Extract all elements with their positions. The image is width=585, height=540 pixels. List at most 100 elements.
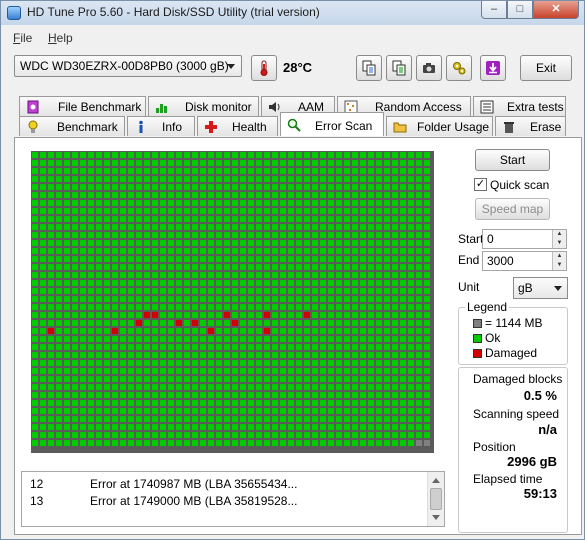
block-ok (416, 192, 422, 198)
block-ok (184, 304, 190, 310)
block-ok (296, 232, 302, 238)
block-ok (336, 224, 342, 230)
block-ok (184, 392, 190, 398)
copy-text-button[interactable] (386, 55, 412, 81)
block-ok (240, 304, 246, 310)
scroll-down-icon[interactable] (432, 515, 440, 520)
options-button[interactable] (446, 55, 472, 81)
tab-error-scan[interactable]: Error Scan (280, 112, 384, 136)
block-ok (88, 408, 94, 414)
maximize-button[interactable]: □ (507, 1, 533, 19)
tab-benchmark[interactable]: Benchmark (19, 116, 125, 136)
block-ok (208, 168, 214, 174)
block-ok (288, 160, 294, 166)
block-ok (56, 352, 62, 358)
block-ok (336, 288, 342, 294)
list-item[interactable]: 12 Error at 1740987 MB (LBA 35655434... (22, 475, 428, 492)
end-field[interactable]: 3000 ▲ ▼ (482, 251, 567, 271)
block-ok (168, 304, 174, 310)
spin-up-icon[interactable]: ▲ (552, 230, 566, 239)
scroll-up-icon[interactable] (432, 478, 440, 483)
block-ok (344, 160, 350, 166)
window-title: HD Tune Pro 5.60 - Hard Disk/SSD Utility… (27, 5, 320, 19)
block-ok (424, 184, 430, 190)
spin-up-icon[interactable]: ▲ (552, 252, 566, 261)
block-ok (160, 344, 166, 350)
tab-health[interactable]: Health (197, 116, 278, 136)
block-ok (88, 256, 94, 262)
block-ok (368, 288, 374, 294)
block-ok (368, 216, 374, 222)
block-ok (216, 336, 222, 342)
block-ok (264, 368, 270, 374)
block-ok (40, 256, 46, 262)
block-ok (40, 304, 46, 310)
temperature-button[interactable] (251, 55, 277, 81)
block-ok (144, 152, 150, 158)
exit-button[interactable]: Exit (520, 55, 572, 81)
menu-help[interactable]: Help (48, 31, 73, 45)
block-ok (224, 208, 230, 214)
block-ok (160, 400, 166, 406)
scroll-thumb[interactable] (430, 488, 442, 510)
minimize-button[interactable]: – (481, 1, 507, 19)
drive-select[interactable]: WDC WD30EZRX-00D8PB0 (3000 gB) (14, 55, 242, 77)
block-ok (160, 224, 166, 230)
block-ok (296, 168, 302, 174)
block-ok (424, 360, 430, 366)
screenshot-button[interactable] (416, 55, 442, 81)
block-ok (72, 304, 78, 310)
spin-down-icon[interactable]: ▼ (552, 261, 566, 270)
log-scrollbar[interactable] (427, 472, 444, 526)
block-ok (400, 376, 406, 382)
speed-map-button[interactable]: Speed map (475, 198, 550, 220)
quick-scan-checkbox[interactable]: ✓ (474, 178, 487, 191)
block-ok (272, 440, 278, 446)
block-ok (224, 424, 230, 430)
block-ok (144, 232, 150, 238)
block-ok (312, 256, 318, 262)
save-button[interactable] (480, 55, 506, 81)
block-ok (160, 184, 166, 190)
tab-extra-tests[interactable]: Extra tests (473, 96, 566, 116)
menu-file[interactable]: File (13, 31, 32, 45)
block-ok (184, 408, 190, 414)
block-ok (344, 288, 350, 294)
spin-down-icon[interactable]: ▼ (552, 239, 566, 248)
block-ok (424, 416, 430, 422)
block-ok (320, 384, 326, 390)
tab-file-benchmark[interactable]: File Benchmark (19, 96, 146, 116)
block-ok (176, 416, 182, 422)
error-log-list[interactable]: 12 Error at 1740987 MB (LBA 35655434... … (21, 471, 445, 527)
list-item[interactable]: 13 Error at 1749000 MB (LBA 35819528... (22, 492, 428, 509)
block-ok (352, 304, 358, 310)
block-ok (224, 216, 230, 222)
block-ok (120, 328, 126, 334)
copy-info-button[interactable] (356, 55, 382, 81)
start-button[interactable]: Start (475, 149, 550, 171)
block-ok (344, 344, 350, 350)
block-ok (296, 256, 302, 262)
block-ok (328, 352, 334, 358)
start-field[interactable]: 0 ▲ ▼ (482, 229, 567, 249)
block-ok (184, 152, 190, 158)
block-ok (208, 336, 214, 342)
tab-info[interactable]: Info (127, 116, 195, 136)
tab-disk-monitor[interactable]: Disk monitor (148, 96, 259, 116)
block-ok (416, 216, 422, 222)
block-ok (200, 312, 206, 318)
block-ok (376, 312, 382, 318)
block-ok (360, 208, 366, 214)
block-ok (64, 272, 70, 278)
block-ok (312, 360, 318, 366)
block-ok (88, 272, 94, 278)
tab-erase[interactable]: Erase (495, 116, 566, 136)
unit-select[interactable]: gB (513, 277, 568, 299)
block-ok (280, 216, 286, 222)
tab-folder-usage[interactable]: Folder Usage (386, 116, 493, 136)
block-ok (336, 296, 342, 302)
block-ok (312, 392, 318, 398)
block-ok (192, 232, 198, 238)
block-ok (200, 200, 206, 206)
close-button[interactable]: ✕ (533, 1, 579, 19)
